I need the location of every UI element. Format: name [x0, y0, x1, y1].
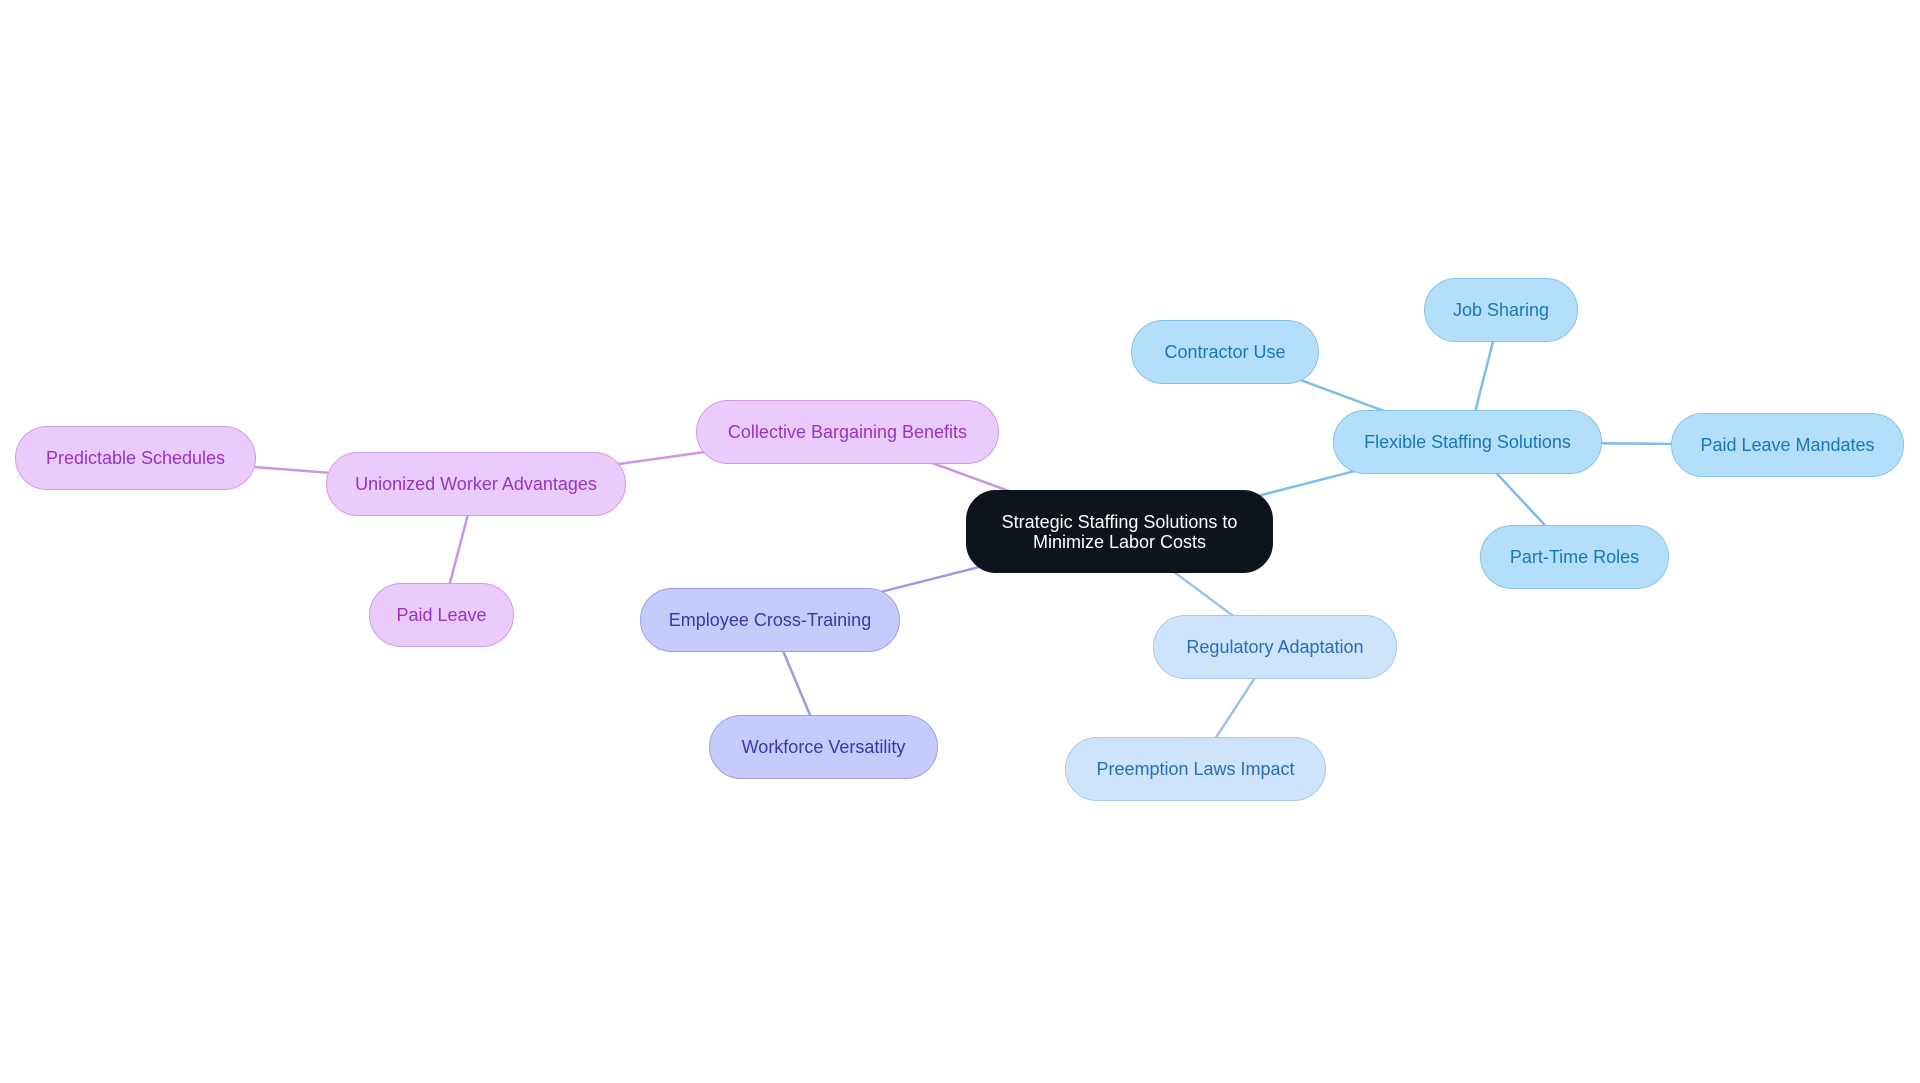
node-paid-leave[interactable]: Paid Leave [369, 583, 514, 647]
root-node[interactable]: Strategic Staffing Solutions to Minimize… [966, 490, 1273, 573]
node-preemption-laws-impact[interactable]: Preemption Laws Impact [1065, 737, 1326, 801]
node-workforce-versatility[interactable]: Workforce Versatility [709, 715, 938, 779]
node-unionized-worker-advantages[interactable]: Unionized Worker Advantages [326, 452, 626, 516]
node-job-sharing[interactable]: Job Sharing [1424, 278, 1578, 342]
node-paid-leave-mandates[interactable]: Paid Leave Mandates [1671, 413, 1904, 477]
node-predictable-schedules[interactable]: Predictable Schedules [15, 426, 256, 490]
node-collective-bargaining-benefits[interactable]: Collective Bargaining Benefits [696, 400, 999, 464]
node-contractor-use[interactable]: Contractor Use [1131, 320, 1319, 384]
node-part-time-roles[interactable]: Part-Time Roles [1480, 525, 1669, 589]
node-flexible-staffing-solutions[interactable]: Flexible Staffing Solutions [1333, 410, 1602, 474]
node-employee-cross-training[interactable]: Employee Cross-Training [640, 588, 900, 652]
node-regulatory-adaptation[interactable]: Regulatory Adaptation [1153, 615, 1397, 679]
